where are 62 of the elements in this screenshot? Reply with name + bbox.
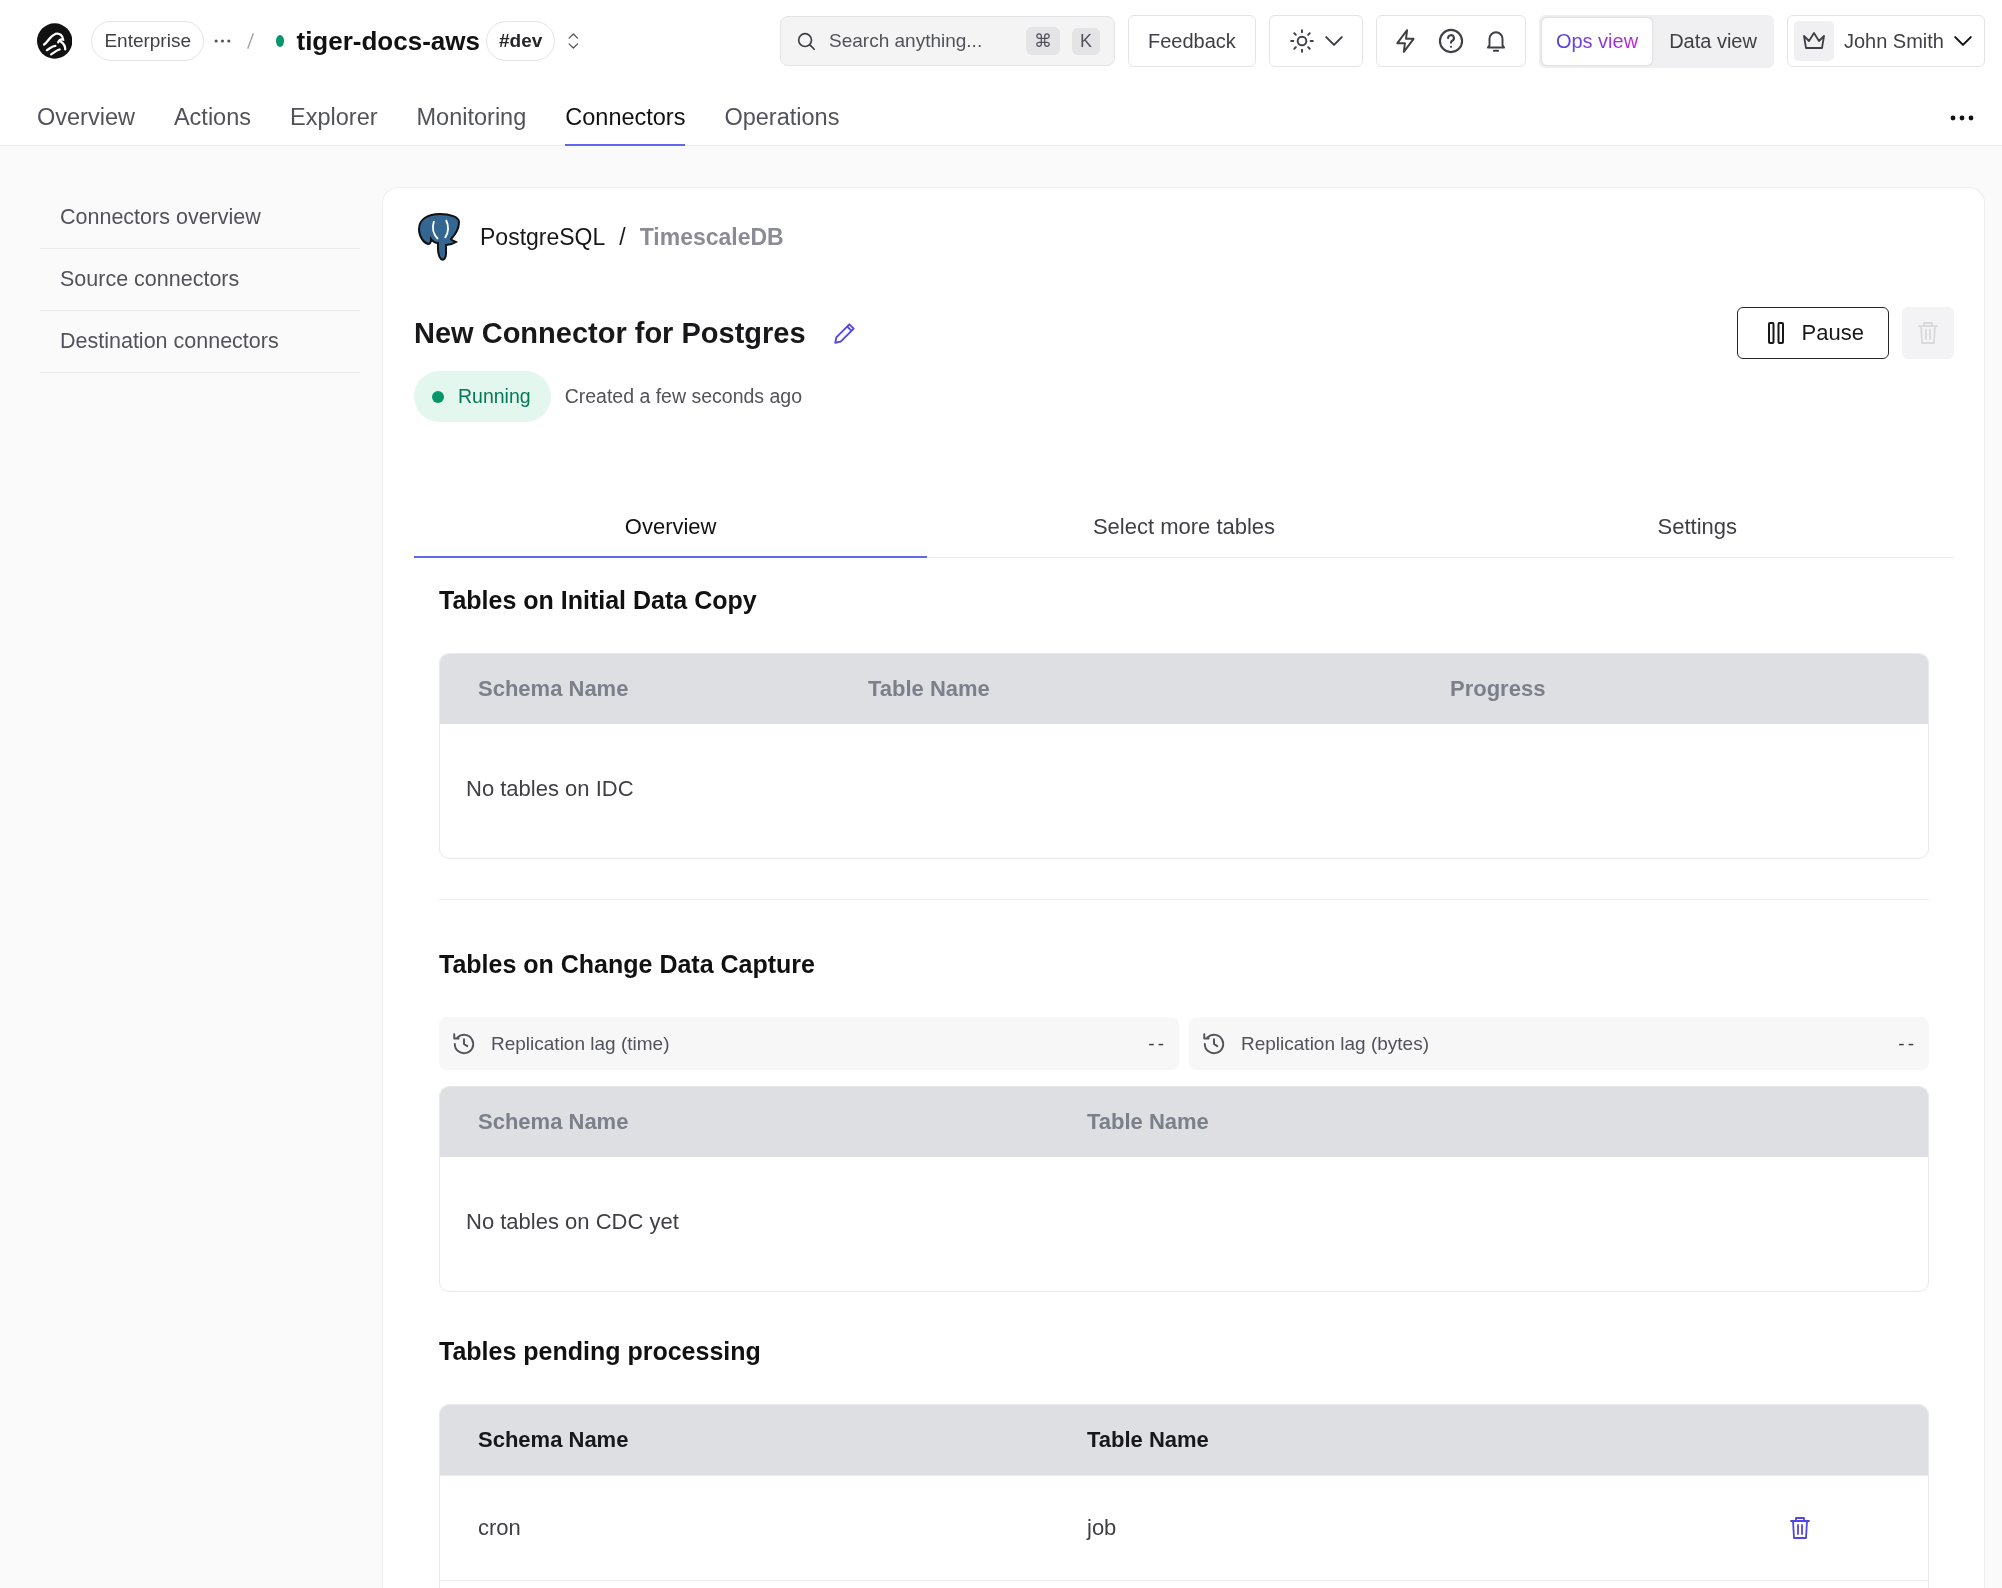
sidebar-item[interactable]: Connectors overview bbox=[40, 187, 360, 249]
service-name[interactable]: tiger-docs-aws bbox=[296, 25, 480, 57]
table-cell-text: job bbox=[1085, 1515, 1118, 1541]
table-cell-text: cron bbox=[477, 1515, 522, 1541]
nav-tab[interactable]: Monitoring bbox=[416, 90, 527, 146]
breadcrumb-separator: / bbox=[619, 223, 626, 251]
trash-icon[interactable] bbox=[1788, 1515, 1812, 1541]
column-header: Table Name bbox=[867, 676, 991, 702]
content-tab[interactable]: Overview bbox=[414, 500, 928, 558]
trash-icon bbox=[1916, 320, 1940, 346]
shortcut-key: K bbox=[1072, 27, 1101, 55]
sidebar-item[interactable]: Source connectors bbox=[40, 249, 360, 311]
pencil-icon[interactable] bbox=[831, 320, 858, 346]
help-icon[interactable] bbox=[1436, 27, 1465, 55]
search-input[interactable]: Search anything... bbox=[829, 30, 1014, 52]
nav-tab[interactable]: Connectors bbox=[565, 90, 686, 146]
section-title: Tables on Initial Data Copy bbox=[439, 586, 758, 615]
status-badge: Running bbox=[414, 371, 551, 422]
metric-value: -- bbox=[1898, 1032, 1917, 1055]
column-header: Table Name bbox=[1086, 1427, 1210, 1453]
shortcut-key: ⌘ bbox=[1026, 27, 1060, 55]
sidebar-item[interactable]: Destination connectors bbox=[40, 311, 360, 373]
nav-tab[interactable]: Explorer bbox=[290, 90, 378, 146]
pause-icon bbox=[1767, 322, 1784, 344]
created-time: Created a few seconds ago bbox=[564, 385, 803, 408]
nav-tab[interactable]: Overview bbox=[37, 90, 135, 146]
history-icon bbox=[451, 1030, 477, 1057]
connector-title: New Connector for Postgres bbox=[414, 316, 806, 350]
pause-button[interactable]: Pause bbox=[1736, 307, 1889, 359]
crown-icon bbox=[1793, 21, 1834, 61]
chevron-down-icon bbox=[1954, 36, 1972, 46]
metric-label: Replication lag (time) bbox=[491, 1032, 670, 1055]
destination-name: TimescaleDB bbox=[639, 223, 784, 251]
column-header: Progress bbox=[1449, 676, 1547, 702]
view-tab[interactable]: Ops view bbox=[1541, 17, 1653, 65]
empty-message: No tables on IDC bbox=[465, 775, 635, 803]
content-tab[interactable]: Settings bbox=[1440, 500, 1954, 558]
more-icon[interactable] bbox=[214, 38, 231, 44]
section-title: Tables on Change Data Capture bbox=[439, 950, 816, 979]
content-tab[interactable]: Select more tables bbox=[927, 500, 1441, 558]
more-icon[interactable] bbox=[1950, 114, 1974, 121]
history-icon bbox=[1201, 1030, 1227, 1057]
search-icon bbox=[795, 30, 817, 52]
view-tab[interactable]: Data view bbox=[1655, 17, 1771, 65]
empty-message: No tables on CDC yet bbox=[465, 1208, 680, 1236]
status-dot-icon bbox=[276, 35, 285, 47]
column-header: Schema Name bbox=[477, 676, 630, 702]
search-field[interactable]: Search anything... ⌘ K bbox=[780, 16, 1116, 66]
user-menu-button[interactable]: John Smith bbox=[1786, 15, 1985, 67]
feedback-button[interactable]: Feedback bbox=[1128, 15, 1256, 67]
column-header: Table Name bbox=[1086, 1109, 1210, 1135]
chevron-down-icon bbox=[1324, 36, 1343, 46]
metric-label: Replication lag (bytes) bbox=[1241, 1032, 1429, 1055]
sun-icon bbox=[1288, 28, 1315, 54]
nav-tab[interactable]: Actions bbox=[173, 90, 251, 146]
nav-tab[interactable]: Operations bbox=[724, 90, 840, 146]
metric-value: -- bbox=[1148, 1032, 1167, 1055]
section-title: Tables pending processing bbox=[439, 1337, 762, 1366]
column-header: Schema Name bbox=[477, 1427, 630, 1453]
column-header: Schema Name bbox=[477, 1109, 630, 1135]
theme-button[interactable] bbox=[1268, 15, 1363, 67]
source-name: PostgreSQL bbox=[480, 223, 606, 251]
